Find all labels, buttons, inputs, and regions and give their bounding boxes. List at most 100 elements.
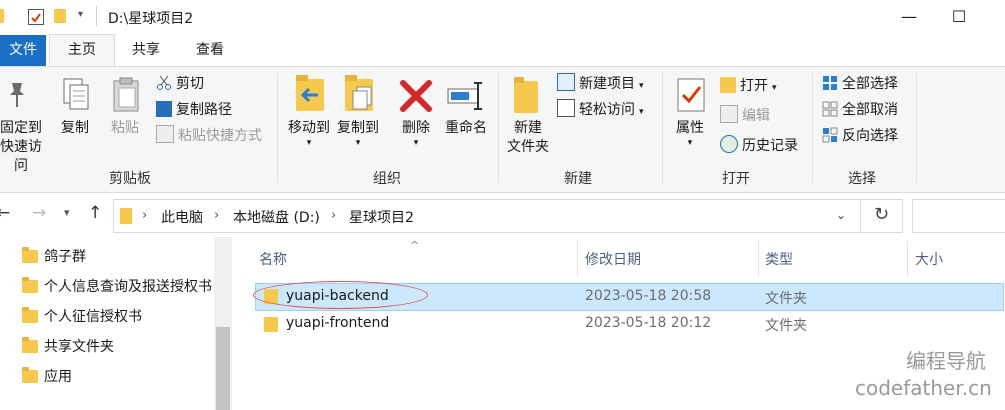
watermark-title: 编程导航 <box>906 349 986 373</box>
group-label-organize: 组织 <box>373 171 401 187</box>
refresh-icon[interactable]: ↻ <box>874 204 889 225</box>
paste-shortcut-label: 粘贴快捷方式 <box>178 128 262 144</box>
properties-icon <box>676 75 706 119</box>
nav-scrollbar-thumb[interactable] <box>216 327 230 410</box>
nav-item-label: 鸽子群 <box>44 249 86 265</box>
breadcrumb-this-pc[interactable]: 此电脑 <box>161 207 203 227</box>
column-divider[interactable] <box>758 241 759 277</box>
open-button[interactable]: 打开 ▾ <box>720 75 777 97</box>
invert-selection-button[interactable]: 反向选择 <box>822 125 898 147</box>
tab-file[interactable]: 文件 <box>0 35 46 66</box>
divider <box>96 6 97 26</box>
nav-item[interactable]: 个人信息查询及报送授权书 <box>22 272 212 302</box>
folder-icon <box>264 317 278 332</box>
customize-quick-access-icon[interactable]: ▾ <box>78 9 83 20</box>
file-date: 2023-05-18 20:12 <box>585 315 712 331</box>
column-header-name[interactable]: 名称 <box>259 249 287 269</box>
folder-icon <box>120 208 132 224</box>
properties-button[interactable]: 属性 ▾ <box>670 119 710 148</box>
select-all-button[interactable]: 全部选择 <box>822 73 898 95</box>
paste-button[interactable]: 粘贴 <box>107 119 143 138</box>
copy-to-button[interactable]: 复制到 ▾ <box>333 119 383 148</box>
new-folder-label-line2: 文件夹 <box>507 139 549 155</box>
rename-button[interactable]: 重命名 <box>440 119 492 138</box>
minimize-button[interactable]: — <box>886 0 932 34</box>
copy-button[interactable]: 复制 <box>58 119 92 138</box>
history-label: 历史记录 <box>742 138 798 154</box>
tab-home[interactable]: 主页 <box>49 34 115 66</box>
new-folder-button[interactable]: 新建 文件夹 <box>503 119 553 157</box>
watermark-url: codefather.cn <box>855 376 992 400</box>
breadcrumb-separator-icon[interactable]: › <box>142 208 147 223</box>
nav-item[interactable]: 鸽子群 <box>22 242 86 272</box>
back-arrow-icon[interactable]: ← <box>0 203 10 223</box>
edit-button[interactable]: 编辑 <box>720 105 770 127</box>
nav-item-label: 个人信息查询及报送授权书 <box>44 279 212 295</box>
tab-view[interactable]: 查看 <box>182 35 238 66</box>
folder-icon <box>22 277 38 293</box>
nav-item[interactable]: 共享文件夹 <box>22 332 114 362</box>
nav-item[interactable]: 应用 <box>22 362 72 392</box>
new-item-button[interactable]: 新建项目 ▾ <box>557 73 644 95</box>
breadcrumb-current-folder[interactable]: 星球项目2 <box>349 207 414 227</box>
properties-label: 属性 <box>676 120 704 136</box>
column-header-type[interactable]: 类型 <box>765 249 793 269</box>
column-header-size[interactable]: 大小 <box>915 249 943 269</box>
sort-ascending-icon: ^ <box>410 239 420 252</box>
properties-quick-icon[interactable] <box>28 9 44 25</box>
paste-shortcut-icon <box>156 125 174 143</box>
group-label-new: 新建 <box>564 171 592 187</box>
select-none-button[interactable]: 全部取消 <box>822 99 898 121</box>
breadcrumb-separator-icon[interactable]: › <box>214 208 219 223</box>
history-button[interactable]: 历史记录 <box>720 135 798 157</box>
new-item-icon <box>557 73 575 91</box>
recent-locations-chevron-icon[interactable]: ▾ <box>64 206 70 219</box>
group-label-open: 打开 <box>722 171 750 187</box>
pin-to-quick-access-button[interactable]: 固定到 快速访问 <box>0 119 48 176</box>
pin-label-line2: 快速访问 <box>0 139 42 174</box>
address-dropdown-chevron-icon[interactable]: ⌄ <box>836 208 846 222</box>
group-label-select: 选择 <box>848 171 876 187</box>
file-row[interactable]: yuapi-frontend 2023-05-18 20:12 文件夹 <box>255 311 1002 337</box>
address-bar-row: ← → ▾ ↑ › 此电脑 › 本地磁盘 (D:) › 星球项目2 ⌄ ↻ <box>0 193 1005 237</box>
scissors-icon <box>156 75 172 91</box>
cut-button[interactable]: 剪切 <box>156 73 204 95</box>
move-to-icon <box>294 75 328 119</box>
new-item-label: 新建项目 <box>579 76 635 92</box>
move-to-button[interactable]: 移动到 ▾ <box>284 119 334 148</box>
folder-icon <box>0 9 4 23</box>
window-title: D:\星球项目2 <box>108 11 194 27</box>
copy-to-icon <box>343 75 377 119</box>
column-header-date[interactable]: 修改日期 <box>585 249 641 269</box>
tab-share[interactable]: 共享 <box>118 35 174 66</box>
delete-button[interactable]: 删除 ▾ <box>396 119 436 148</box>
nav-item-label: 应用 <box>44 369 72 385</box>
move-to-label: 移动到 <box>288 120 330 136</box>
maximize-button[interactable]: ☐ <box>936 0 982 34</box>
nav-item[interactable]: 个人征信授权书 <box>22 302 142 332</box>
forward-arrow-icon[interactable]: → <box>32 203 46 223</box>
edit-icon <box>720 105 738 123</box>
select-all-icon <box>822 75 838 91</box>
paste-shortcut-button[interactable]: 粘贴快捷方式 <box>156 125 262 147</box>
folder-icon <box>22 247 38 263</box>
group-label-clipboard: 剪贴板 <box>109 171 151 187</box>
folder-icon <box>22 307 38 323</box>
new-folder-quick-icon[interactable] <box>54 9 66 23</box>
group-separator <box>812 73 813 183</box>
up-arrow-icon[interactable]: ↑ <box>88 203 102 223</box>
address-box[interactable]: › 此电脑 › 本地磁盘 (D:) › 星球项目2 ⌄ ↻ <box>113 199 903 233</box>
search-input[interactable] <box>912 199 1005 233</box>
easy-access-icon <box>557 99 575 117</box>
easy-access-button[interactable]: 轻松访问 ▾ <box>557 99 644 121</box>
file-name: yuapi-frontend <box>286 315 390 331</box>
column-divider[interactable] <box>577 241 578 277</box>
breadcrumb-separator-icon[interactable]: › <box>331 208 336 223</box>
copy-path-button[interactable]: 复制路径 <box>156 99 232 121</box>
column-divider[interactable] <box>907 241 908 277</box>
copy-path-label: 复制路径 <box>176 102 232 118</box>
select-none-label: 全部取消 <box>842 102 898 118</box>
group-separator <box>916 73 917 183</box>
breadcrumb-local-disk[interactable]: 本地磁盘 (D:) <box>233 207 320 227</box>
navigation-pane: 鸽子群 个人信息查询及报送授权书 个人征信授权书 共享文件夹 应用 <box>0 237 232 410</box>
